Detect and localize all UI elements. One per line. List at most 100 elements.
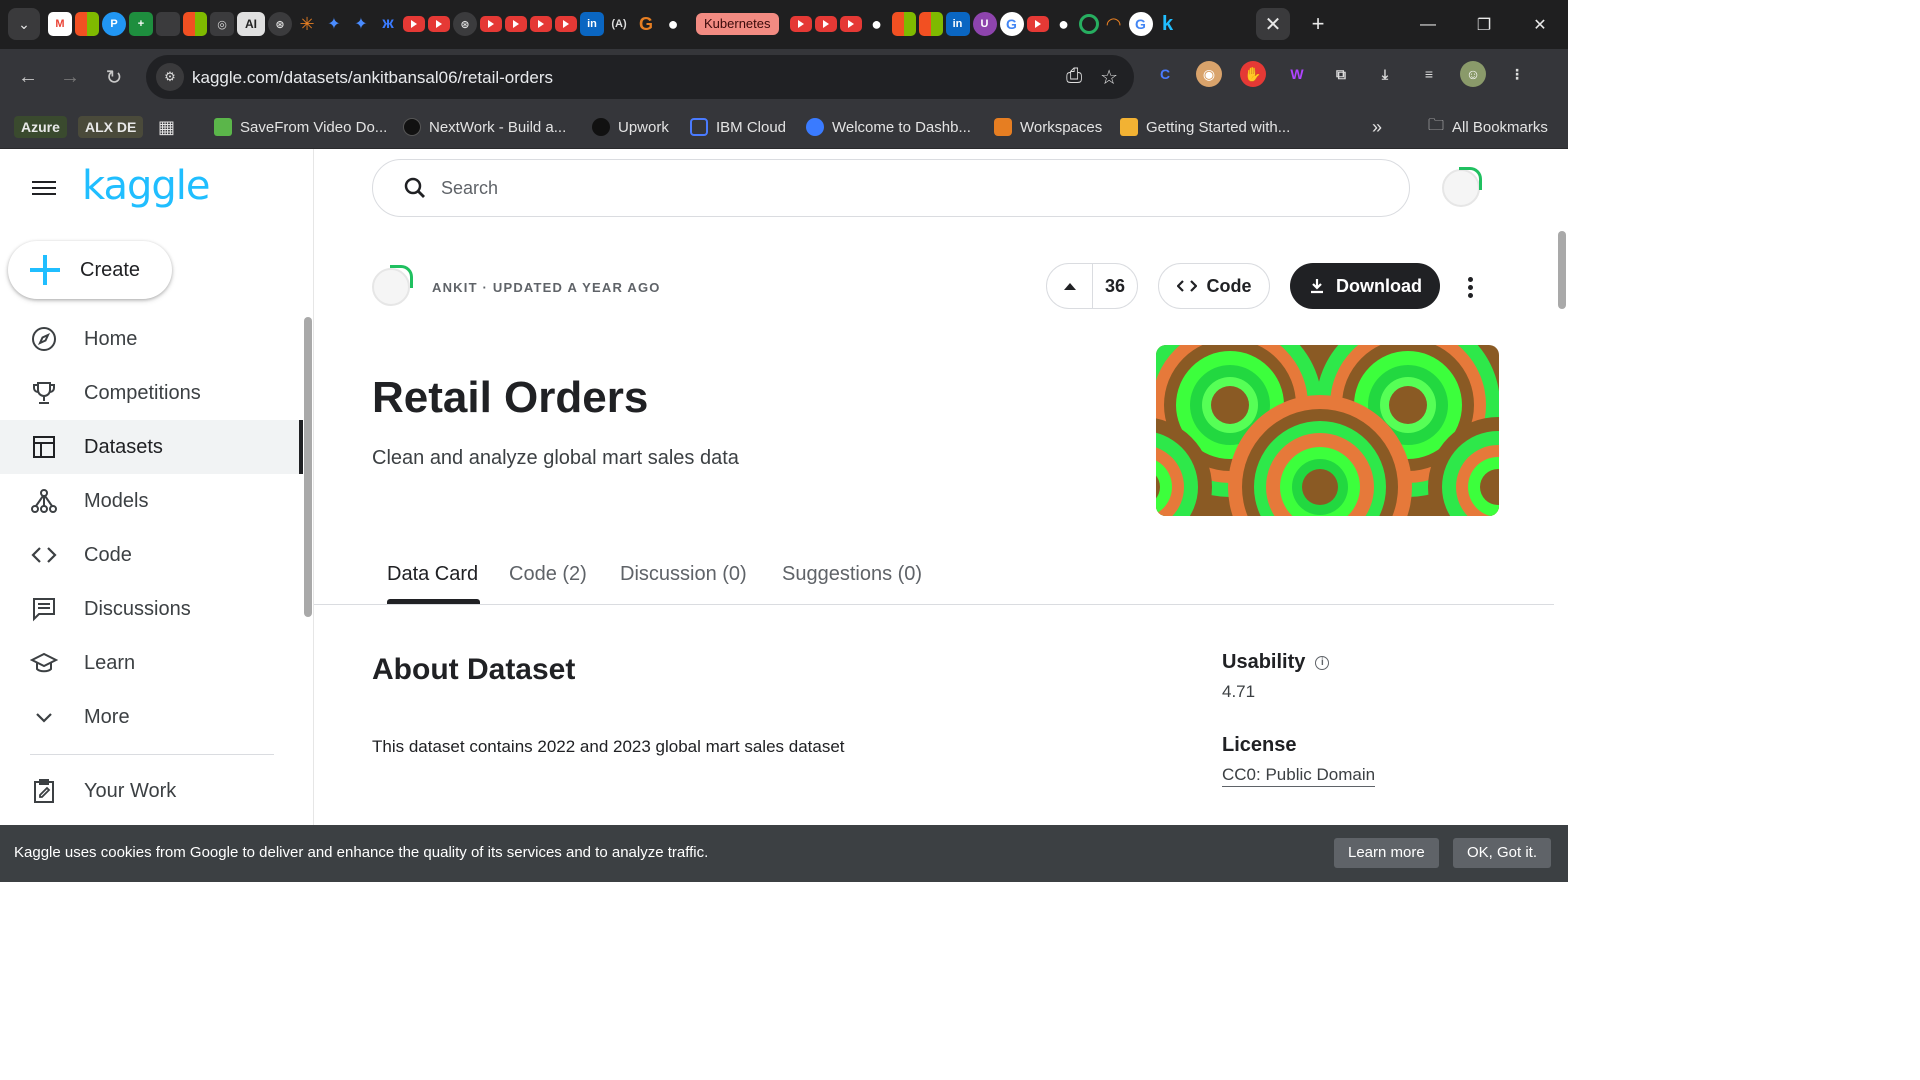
bookmark-nextwork[interactable]: NextWork - Build a...	[403, 114, 566, 140]
browser-menu-icon[interactable]: ⋮	[1504, 61, 1530, 87]
butterfly-tab-icon[interactable]: ж	[376, 12, 400, 36]
page-scrollbar[interactable]	[1558, 231, 1566, 309]
download-button[interactable]: Download	[1290, 263, 1440, 309]
restore-icon[interactable]: ❐	[1456, 0, 1512, 49]
reload-icon[interactable]: ↻	[100, 63, 128, 91]
dataset-meta[interactable]: ANKIT · UPDATED A YEAR AGO	[432, 280, 661, 295]
bookmark-workspaces[interactable]: Workspaces	[994, 114, 1102, 140]
close-window-icon[interactable]: ✕	[1512, 0, 1568, 49]
google-tab-icon[interactable]: G	[1128, 12, 1153, 36]
google-tab-icon[interactable]: G	[999, 12, 1024, 36]
openai-tab-icon[interactable]: ⊛	[453, 12, 477, 36]
back-icon[interactable]: ←	[14, 63, 42, 91]
linkedin-tab-icon[interactable]: in	[945, 12, 970, 36]
adblock-extension-icon[interactable]: ✋	[1240, 61, 1266, 87]
user-avatar[interactable]	[1442, 167, 1482, 207]
more-bookmarks-icon[interactable]: »	[1372, 114, 1382, 140]
tab-discussion[interactable]: Discussion (0)	[620, 563, 747, 586]
youtube-tab-icon[interactable]	[814, 16, 837, 32]
sidebar-item-code[interactable]: Code	[0, 528, 300, 582]
youtube-tab-icon[interactable]	[530, 16, 552, 32]
w-extension-icon[interactable]: W	[1284, 61, 1310, 87]
sidebar-item-home[interactable]: Home	[0, 312, 300, 366]
faded-tab-icon[interactable]	[156, 12, 180, 36]
youtube-tab-icon[interactable]	[789, 16, 812, 32]
workspaces-tab-icon[interactable]: G	[634, 12, 658, 36]
p-tab-icon[interactable]: P	[102, 12, 126, 36]
sidebar-item-more[interactable]: More	[0, 690, 300, 744]
orange-arc-tab-icon[interactable]: ◠	[1102, 12, 1126, 36]
youtube-tab-icon[interactable]	[403, 16, 425, 32]
sheets-tab-icon[interactable]: +	[129, 12, 153, 36]
bookmark-dashboard[interactable]: Welcome to Dashb...	[806, 114, 971, 140]
bookmark-upwork[interactable]: Upwork	[592, 114, 669, 140]
youtube-tab-icon[interactable]	[555, 16, 577, 32]
bookmark-star-icon[interactable]: ☆	[1100, 65, 1118, 90]
url-text[interactable]: kaggle.com/datasets/ankitbansal06/retail…	[192, 68, 553, 88]
forward-icon[interactable]: →	[56, 63, 84, 91]
search-input[interactable]: Search	[372, 159, 1410, 217]
license-value[interactable]: CC0: Public Domain	[1222, 765, 1376, 787]
youtube-tab-icon[interactable]	[839, 16, 862, 32]
bookmark-savefrom[interactable]: SaveFrom Video Do...	[214, 114, 387, 140]
menu-icon[interactable]	[32, 177, 56, 197]
gemini-tab-icon[interactable]: ✦	[322, 12, 346, 36]
microsoft-tab-icon[interactable]	[891, 12, 916, 36]
bookmark-getting-started[interactable]: Getting Started with...	[1120, 114, 1290, 140]
create-button[interactable]: Create	[8, 241, 172, 299]
sidebar-item-learn[interactable]: Learn	[0, 636, 300, 690]
ok-got-it-button[interactable]: OK, Got it.	[1453, 838, 1552, 868]
new-tab-icon[interactable]: +	[1304, 10, 1332, 38]
kaggle-tab-icon[interactable]: k	[1156, 12, 1180, 36]
youtube-tab-icon[interactable]	[505, 16, 527, 32]
sidebar-item-your-work[interactable]: Your Work	[0, 764, 300, 818]
sidebar-item-competitions[interactable]: Competitions	[0, 366, 300, 420]
kaggle-logo[interactable]: kaggle	[82, 163, 210, 209]
openai-tab-icon[interactable]: ⊛	[268, 12, 292, 36]
linkedin-tab-icon[interactable]: in	[580, 12, 604, 36]
download-toolbar-icon[interactable]: ⤓	[1372, 61, 1398, 87]
upvote-button[interactable]	[1047, 264, 1093, 308]
youtube-tab-icon[interactable]	[1026, 16, 1049, 32]
swirl-tab-icon[interactable]: ◎	[210, 12, 234, 36]
minimize-icon[interactable]: —	[1400, 0, 1456, 49]
ring-tab-icon[interactable]	[1078, 14, 1099, 34]
apps-grid-icon[interactable]: ▦	[158, 114, 175, 140]
sidebar-item-datasets[interactable]: Datasets	[0, 420, 303, 474]
bookmark-ibm-cloud[interactable]: IBM Cloud	[690, 114, 786, 140]
kubernetes-tab[interactable]: Kubernetes	[696, 13, 779, 35]
c-extension-icon[interactable]: C	[1152, 61, 1178, 87]
install-app-icon[interactable]: ⎙	[1066, 65, 1082, 90]
ai-tab[interactable]: AI	[237, 12, 265, 36]
address-bar[interactable]: ⚙ kaggle.com/datasets/ankitbansal06/reta…	[146, 55, 1134, 99]
github-tab-icon[interactable]: ●	[1052, 12, 1076, 36]
tab-data-card[interactable]: Data Card	[387, 563, 478, 586]
all-bookmarks[interactable]: 🗀 All Bookmarks	[1428, 114, 1548, 140]
github-tab-icon[interactable]: ●	[661, 12, 685, 36]
sidebar-scrollbar[interactable]	[304, 317, 312, 617]
microsoft-tab-icon[interactable]	[75, 12, 99, 36]
purple-tab-icon[interactable]: U	[972, 12, 997, 36]
gmail-tab-icon[interactable]: M	[48, 12, 72, 36]
profile-avatar-icon[interactable]: ☺	[1460, 61, 1486, 87]
learn-more-button[interactable]: Learn more	[1334, 838, 1439, 868]
a-tab-icon[interactable]: (A)	[607, 12, 631, 36]
github-tab-icon[interactable]: ●	[865, 12, 889, 36]
tab-code[interactable]: Code (2)	[509, 563, 587, 586]
youtube-tab-icon[interactable]	[480, 16, 502, 32]
author-avatar[interactable]	[372, 265, 413, 306]
microsoft-tab-icon[interactable]	[183, 12, 207, 36]
claude-tab-icon[interactable]: ✳	[295, 12, 319, 36]
tab-suggestions[interactable]: Suggestions (0)	[782, 563, 922, 586]
sidebar-item-discussions[interactable]: Discussions	[0, 582, 300, 636]
media-control-icon[interactable]: ≡	[1416, 61, 1442, 87]
code-button[interactable]: Code	[1158, 263, 1270, 309]
more-options-icon[interactable]	[1458, 273, 1482, 301]
youtube-tab-icon[interactable]	[428, 16, 450, 32]
tab-search-icon[interactable]: ⌄	[8, 8, 40, 40]
close-tab-icon[interactable]: ✕	[1256, 8, 1290, 40]
gemini-tab-icon[interactable]: ✦	[349, 12, 373, 36]
microsoft-tab-icon[interactable]	[918, 12, 943, 36]
site-info-icon[interactable]: ⚙	[156, 63, 184, 91]
face-extension-icon[interactable]: ◉	[1196, 61, 1222, 87]
